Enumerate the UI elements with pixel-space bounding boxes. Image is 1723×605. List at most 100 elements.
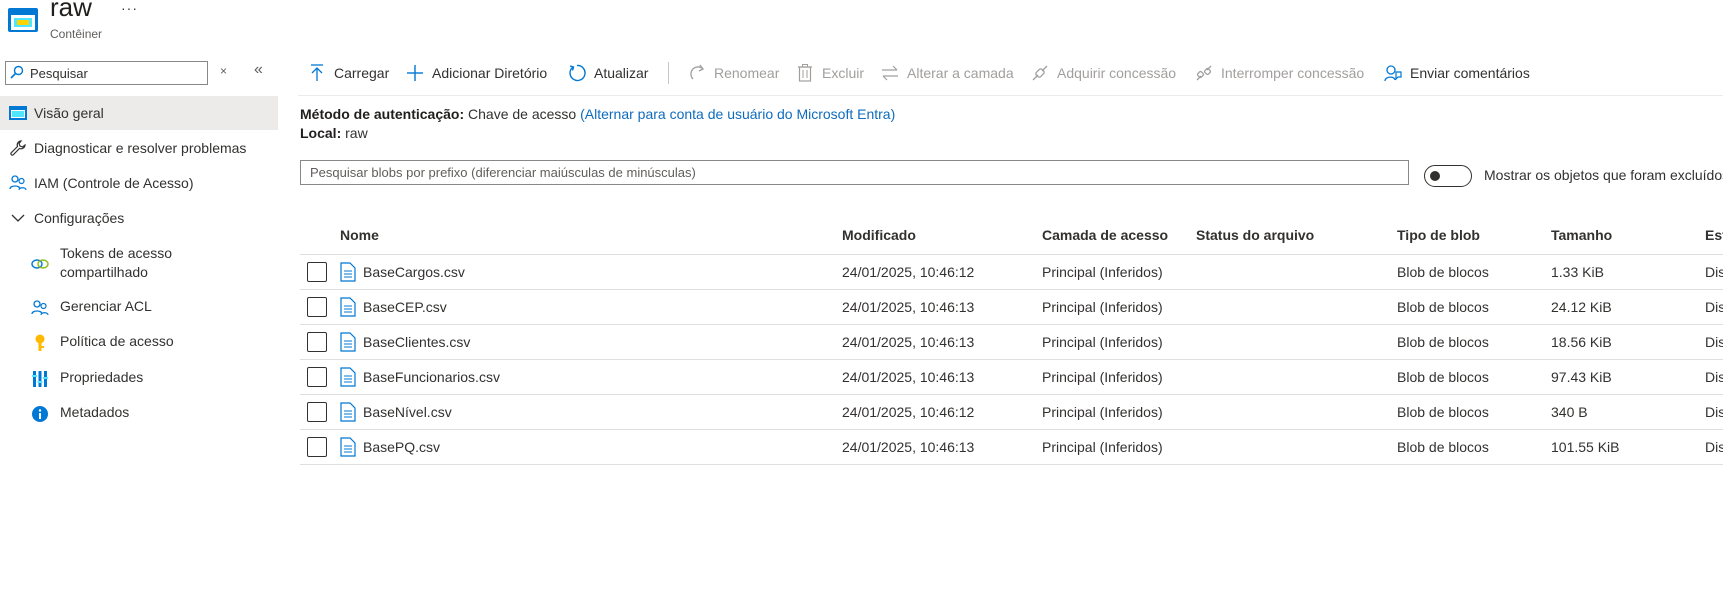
- sidebar-search-input[interactable]: [30, 64, 200, 82]
- file-icon: [340, 402, 356, 422]
- sidebar-item-diagnose[interactable]: Diagnosticar e resolver problemas: [0, 131, 278, 165]
- file-state: Disponível: [1705, 264, 1723, 280]
- toggle-knob: [1430, 171, 1440, 181]
- page-subtitle: Contêiner: [50, 27, 103, 41]
- table-row[interactable]: BaseCEP.csv 24/01/2025, 10:46:13 Princip…: [300, 290, 1723, 325]
- file-name[interactable]: BaseClientes.csv: [363, 334, 470, 350]
- acquire-lease-label: Adquirir concessão: [1057, 65, 1177, 81]
- sidebar-item-label: Diagnosticar e resolver problemas: [34, 140, 247, 156]
- break-lease-label: Interromper concessão: [1221, 65, 1365, 81]
- file-name[interactable]: BaseNível.csv: [363, 404, 452, 420]
- auth-method-value: Chave de acesso: [468, 106, 577, 122]
- row-checkbox[interactable]: [307, 367, 327, 387]
- row-checkbox[interactable]: [307, 332, 327, 352]
- file-icon: [340, 367, 356, 387]
- rename-icon: [688, 64, 706, 82]
- table-header-row: [300, 220, 1723, 255]
- key-icon: [30, 333, 50, 353]
- sidebar-item-label: Propriedades: [60, 369, 144, 385]
- refresh-button[interactable]: Atualizar: [568, 62, 648, 84]
- file-name[interactable]: BaseCargos.csv: [363, 264, 465, 280]
- sidebar-search[interactable]: [5, 61, 208, 85]
- sidebar-item-label: IAM (Controle de Acesso): [34, 175, 194, 191]
- sidebar-item-sas-tokens[interactable]: Tokens de acesso compartilhado: [30, 244, 278, 282]
- sidebar-item-metadata[interactable]: Metadados: [30, 404, 278, 424]
- file-type: Blob de blocos: [1397, 439, 1489, 455]
- acquire-lease-button[interactable]: Adquirir concessão: [1031, 62, 1176, 84]
- info-icon: [30, 404, 50, 424]
- sidebar-item-manage-acl[interactable]: Gerenciar ACL: [30, 298, 278, 318]
- file-size: 18.56 KiB: [1551, 334, 1612, 350]
- sidebar-item-label: Visão geral: [34, 105, 104, 121]
- sidebar-item-label: Política de acesso: [60, 333, 174, 349]
- table-row[interactable]: BaseCargos.csv 24/01/2025, 10:46:12 Prin…: [300, 255, 1723, 290]
- file-tier: Principal (Inferidos): [1042, 264, 1163, 280]
- file-size: 340 B: [1551, 404, 1588, 420]
- blob-search[interactable]: [300, 160, 1409, 185]
- break-lease-button[interactable]: Interromper concessão: [1195, 62, 1364, 84]
- rename-button[interactable]: Renomear: [688, 62, 779, 84]
- file-state: Disponível: [1705, 439, 1723, 455]
- file-name[interactable]: BaseCEP.csv: [363, 299, 447, 315]
- file-name[interactable]: BaseFuncionarios.csv: [363, 369, 500, 385]
- link-icon: [30, 254, 50, 274]
- feedback-label: Enviar comentários: [1410, 65, 1530, 81]
- file-modified: 24/01/2025, 10:46:12: [842, 264, 975, 280]
- swap-icon: [881, 64, 899, 82]
- location-label: Local:: [300, 125, 342, 141]
- more-options-button[interactable]: ···: [121, 0, 138, 16]
- feedback-icon: [1384, 64, 1402, 82]
- row-checkbox[interactable]: [307, 437, 327, 457]
- file-type: Blob de blocos: [1397, 369, 1489, 385]
- file-icon: [340, 332, 356, 352]
- add-directory-button[interactable]: Adicionar Diretório: [406, 62, 547, 84]
- location: Local: raw: [300, 125, 368, 141]
- delete-button[interactable]: Excluir: [796, 62, 864, 84]
- container-icon: [8, 8, 38, 32]
- show-deleted-toggle[interactable]: [1424, 165, 1472, 187]
- chevron-down-icon: [8, 208, 28, 228]
- file-size: 97.43 KiB: [1551, 369, 1612, 385]
- table-row[interactable]: BaseClientes.csv 24/01/2025, 10:46:13 Pr…: [300, 325, 1723, 360]
- collapse-sidebar-button[interactable]: «: [254, 61, 263, 79]
- change-tier-label: Alterar a camada: [907, 65, 1014, 81]
- file-state: Disponível: [1705, 299, 1723, 315]
- table-row[interactable]: BasePQ.csv 24/01/2025, 10:46:13 Principa…: [300, 430, 1723, 465]
- switch-auth-link[interactable]: (Alternar para conta de usuário do Micro…: [580, 106, 895, 122]
- file-type: Blob de blocos: [1397, 264, 1489, 280]
- refresh-icon: [568, 64, 586, 82]
- sidebar-item-iam[interactable]: IAM (Controle de Acesso): [0, 166, 278, 200]
- file-modified: 24/01/2025, 10:46:13: [842, 299, 975, 315]
- table-row[interactable]: BaseFuncionarios.csv 24/01/2025, 10:46:1…: [300, 360, 1723, 395]
- file-name[interactable]: BasePQ.csv: [363, 439, 440, 455]
- toolbar-divider: [668, 62, 669, 84]
- sidebar-item-label: Tokens de acesso: [60, 245, 173, 261]
- sidebar-item-settings[interactable]: Configurações: [0, 201, 278, 235]
- row-checkbox[interactable]: [307, 297, 327, 317]
- sidebar-item-properties[interactable]: Propriedades: [30, 369, 278, 389]
- file-icon: [340, 437, 356, 457]
- file-type: Blob de blocos: [1397, 299, 1489, 315]
- overview-icon: [8, 103, 28, 123]
- break-lease-icon: [1195, 64, 1213, 82]
- sidebar-item-overview[interactable]: Visão geral: [0, 96, 278, 130]
- file-size: 101.55 KiB: [1551, 439, 1620, 455]
- row-checkbox[interactable]: [307, 262, 327, 282]
- file-size: 1.33 KiB: [1551, 264, 1604, 280]
- sidebar-item-access-policy[interactable]: Política de acesso: [30, 333, 278, 353]
- auth-method-label: Método de autenticação:: [300, 106, 465, 122]
- feedback-button[interactable]: Enviar comentários: [1384, 62, 1530, 84]
- lease-icon: [1031, 64, 1049, 82]
- wrench-icon: [8, 138, 28, 158]
- sidebar-item-label-line2: compartilhado: [60, 264, 148, 280]
- blob-search-input[interactable]: [310, 164, 1390, 181]
- table-row[interactable]: BaseNível.csv 24/01/2025, 10:46:12 Princ…: [300, 395, 1723, 430]
- refresh-label: Atualizar: [594, 65, 649, 81]
- clear-search-button[interactable]: ×: [220, 64, 227, 78]
- file-modified: 24/01/2025, 10:46:13: [842, 439, 975, 455]
- file-icon: [340, 262, 356, 282]
- upload-button[interactable]: Carregar: [308, 62, 389, 84]
- row-checkbox[interactable]: [307, 402, 327, 422]
- change-tier-button[interactable]: Alterar a camada: [881, 62, 1014, 84]
- file-state: Disponível: [1705, 369, 1723, 385]
